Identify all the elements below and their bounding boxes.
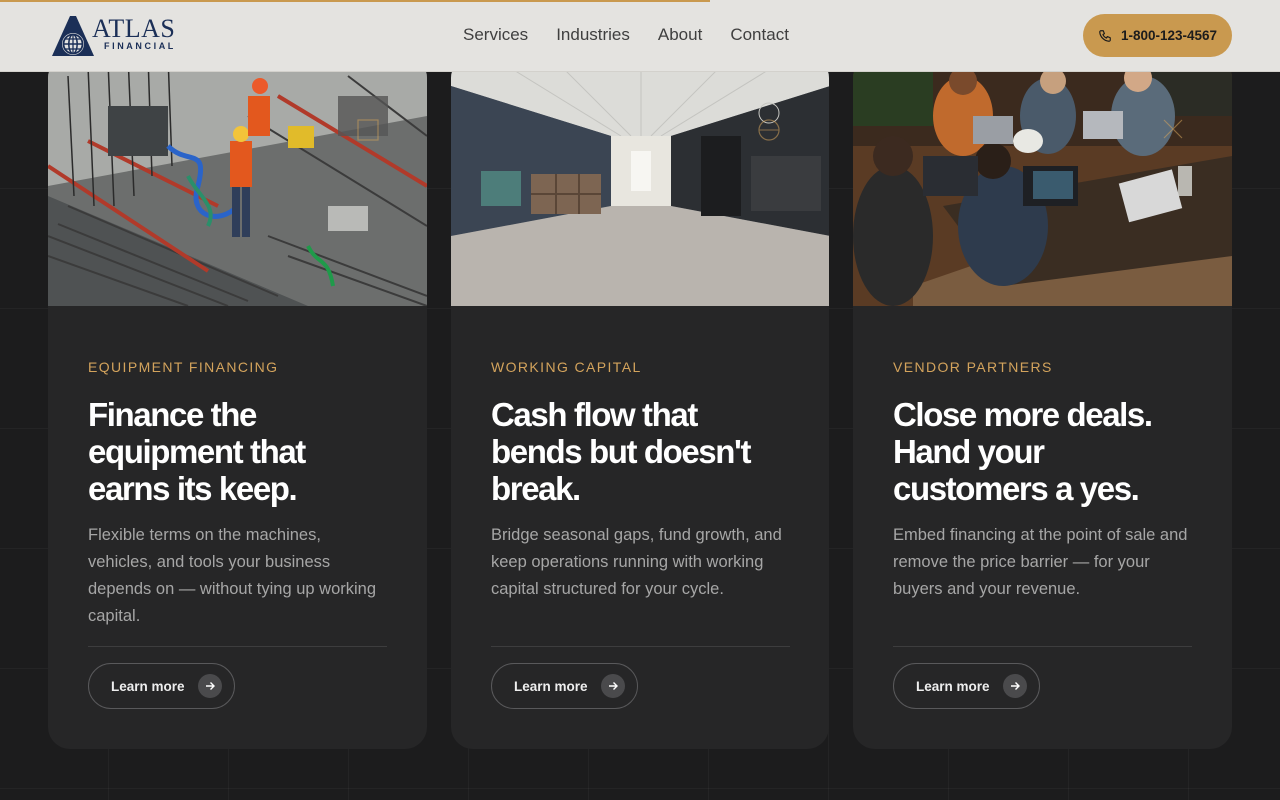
x-mark-icon [1163,119,1183,139]
card-working-capital: Working Capital Cash flow that bends but… [451,56,829,749]
learn-more-label: Learn more [916,678,990,694]
learn-more-label: Learn more [514,678,588,694]
card-equipment-financing: Equipment Financing Finance the equipmen… [48,56,427,749]
card-divider [893,646,1192,647]
office-hallway-photo [451,56,829,306]
phone-number: 1-800-123-4567 [1120,28,1218,43]
arrow-right-icon [601,674,625,698]
card-vendor-partners: Vendor Partners Close more deals. Hand y… [853,56,1232,749]
scroll-progress-bar [0,0,1280,2]
square-outline-icon [357,119,379,141]
circle-crosshair-icon [758,119,780,141]
site-header: ATLAS FINANCIAL Services Industries Abou… [0,0,1280,72]
nav-services[interactable]: Services [463,24,528,46]
phone-icon [1099,29,1111,42]
arrow-right-icon [1003,674,1027,698]
call-button[interactable]: 1-800-123-4567 [1083,14,1232,57]
card-title: Finance the equipment that earns its kee… [88,396,306,507]
card-description: Bridge seasonal gaps, fund growth, and k… [491,526,782,598]
learn-more-button[interactable]: Learn more [893,663,1040,709]
card-content: Equipment Financing Finance the equipmen… [88,358,387,630]
team-laptops-photo [853,56,1232,306]
card-title: Cash flow that bends but doesn't break. [491,396,751,507]
card-eyebrow: Vendor Partners [893,359,1053,375]
atlas-logo[interactable]: ATLAS FINANCIAL [48,14,188,58]
arrow-right-icon [198,674,222,698]
card-eyebrow: Working Capital [491,359,642,375]
learn-more-button[interactable]: Learn more [88,663,235,709]
card-description: Embed financing at the point of sale and… [893,526,1188,598]
scroll-progress-fill [0,0,711,2]
card-content: Working Capital Cash flow that bends but… [491,358,790,603]
card-content: Vendor Partners Close more deals. Hand y… [893,358,1192,603]
nav-about[interactable]: About [658,24,702,46]
nav-contact[interactable]: Contact [730,24,789,46]
card-divider [88,646,387,647]
logo-subtitle: FINANCIAL [104,41,176,51]
card-divider [491,646,790,647]
nav-industries[interactable]: Industries [556,24,630,46]
card-description: Flexible terms on the machines, vehicles… [88,526,377,625]
logo-wordmark: ATLAS [92,14,176,43]
learn-more-button[interactable]: Learn more [491,663,638,709]
main-nav: Services Industries About Contact [463,24,789,46]
card-title: Close more deals. Hand your customers a … [893,396,1153,507]
card-eyebrow: Equipment Financing [88,359,279,375]
learn-more-label: Learn more [111,678,185,694]
construction-site-photo [48,56,427,306]
